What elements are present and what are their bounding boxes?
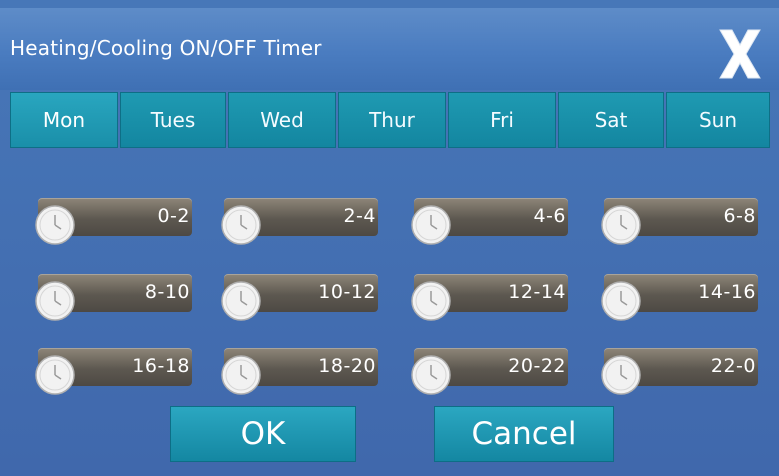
clock-icon — [600, 354, 642, 396]
cancel-button[interactable]: Cancel — [434, 406, 614, 462]
slot-label: 0-2 — [157, 205, 190, 227]
day-tab-wed[interactable]: Wed — [228, 92, 336, 148]
timer-dialog: Heating/Cooling ON/OFF Timer Mon Tues We… — [0, 0, 779, 476]
slot-toggle-18-20[interactable]: 18-20 — [220, 346, 378, 396]
day-tab-label: Mon — [42, 108, 86, 132]
slot-toggle-6-8[interactable]: 6-8 — [600, 196, 758, 246]
day-tab-thur[interactable]: Thur — [338, 92, 446, 148]
day-tab-label: Tues — [150, 108, 196, 132]
day-tab-sat[interactable]: Sat — [558, 92, 664, 148]
clock-icon — [220, 354, 262, 396]
cancel-button-label: Cancel — [471, 416, 577, 452]
day-tab-fri[interactable]: Fri — [448, 92, 556, 148]
slot-toggle-0-2[interactable]: 0-2 — [34, 196, 192, 246]
ok-button[interactable]: OK — [170, 406, 356, 462]
slot-toggle-8-10[interactable]: 8-10 — [34, 272, 192, 322]
dialog-title: Heating/Cooling ON/OFF Timer — [10, 36, 322, 60]
slot-toggle-20-22[interactable]: 20-22 — [410, 346, 568, 396]
day-tab-tues[interactable]: Tues — [120, 92, 226, 148]
day-tab-label: Wed — [260, 108, 304, 132]
slot-label: 2-4 — [343, 205, 376, 227]
slot-label: 18-20 — [318, 355, 376, 377]
slot-toggle-14-16[interactable]: 14-16 — [600, 272, 758, 322]
slot-label: 16-18 — [132, 355, 190, 377]
day-tab-label: Fri — [490, 108, 514, 132]
clock-icon — [34, 204, 76, 246]
slot-label: 6-8 — [723, 205, 756, 227]
clock-icon — [410, 280, 452, 322]
slot-label: 10-12 — [318, 281, 376, 303]
title-bar: Heating/Cooling ON/OFF Timer — [0, 8, 779, 90]
slot-toggle-16-18[interactable]: 16-18 — [34, 346, 192, 396]
slot-toggle-12-14[interactable]: 12-14 — [410, 272, 568, 322]
clock-icon — [34, 354, 76, 396]
slot-label: 8-10 — [144, 281, 190, 303]
clock-icon — [34, 280, 76, 322]
ok-button-label: OK — [240, 416, 286, 452]
clock-icon — [220, 280, 262, 322]
slot-label: 22-0 — [710, 355, 756, 377]
day-tab-sun[interactable]: Sun — [666, 92, 770, 148]
close-icon[interactable] — [716, 26, 764, 82]
clock-icon — [600, 204, 642, 246]
clock-icon — [410, 354, 452, 396]
slot-label: 20-22 — [508, 355, 566, 377]
day-tabs: Mon Tues Wed Thur Fri Sat Sun — [10, 92, 770, 148]
clock-icon — [600, 280, 642, 322]
slot-label: 12-14 — [508, 281, 566, 303]
slot-toggle-2-4[interactable]: 2-4 — [220, 196, 378, 246]
day-tab-label: Thur — [369, 108, 415, 132]
day-tab-label: Sun — [698, 108, 738, 132]
clock-icon — [410, 204, 452, 246]
slot-toggle-22-0[interactable]: 22-0 — [600, 346, 758, 396]
slot-label: 14-16 — [698, 281, 756, 303]
clock-icon — [220, 204, 262, 246]
day-tab-label: Sat — [594, 108, 628, 132]
slot-toggle-10-12[interactable]: 10-12 — [220, 272, 378, 322]
slot-toggle-4-6[interactable]: 4-6 — [410, 196, 568, 246]
slot-label: 4-6 — [533, 205, 566, 227]
day-tab-mon[interactable]: Mon — [10, 92, 118, 148]
